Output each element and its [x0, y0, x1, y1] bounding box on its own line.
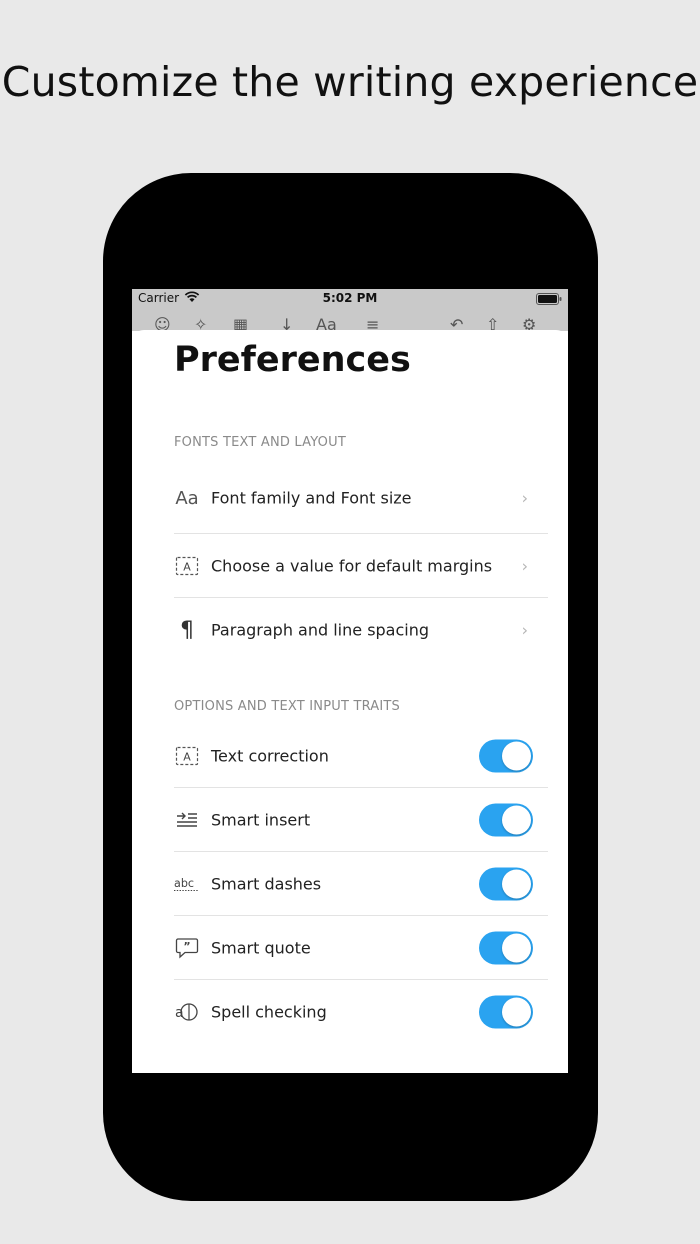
toggle-knob	[502, 869, 531, 898]
smart-quote-toggle[interactable]	[479, 931, 533, 964]
toggle-knob	[502, 997, 531, 1027]
section-header-fonts: FONTS TEXT AND LAYOUT	[174, 435, 346, 450]
row-label: Smart dashes	[211, 874, 322, 893]
smart-insert-icon	[174, 808, 200, 832]
section-header-options: OPTIONS AND TEXT INPUT TRAITS	[174, 699, 401, 714]
spell-checking-toggle[interactable]	[479, 995, 533, 1029]
row-label: Spell checking	[211, 1002, 327, 1022]
headline: Customize the writing experience	[1, 58, 699, 106]
text-correction-icon: A	[174, 744, 200, 768]
svg-text:A: A	[183, 560, 191, 573]
editor-toolbar: ☺ ✧ ▦ ↓ Aa ≡ ↶ ⇧ ⚙	[132, 309, 568, 333]
svg-text:a: a	[175, 1005, 184, 1021]
row-text-correction: A Text correction	[174, 724, 548, 788]
chevron-right-icon: ›	[521, 620, 528, 640]
row-font-family[interactable]: Aa Font family and Font size ›	[174, 463, 548, 534]
toggle-knob	[502, 805, 531, 834]
chevron-right-icon: ›	[521, 556, 528, 575]
row-paragraph-spacing[interactable]: ¶ Paragraph and line spacing ›	[174, 598, 548, 662]
svg-text:”: ”	[183, 940, 190, 953]
toggle-knob	[502, 741, 531, 770]
row-label: Choose a value for default margins	[211, 556, 493, 575]
row-spell-checking: a Spell checking	[174, 980, 548, 1044]
row-label: Paragraph and line spacing	[211, 620, 430, 640]
font-aa-icon: Aa	[175, 487, 199, 509]
page-title: Preferences	[174, 340, 411, 380]
row-label: Smart quote	[211, 938, 311, 957]
smart-dashes-toggle[interactable]	[479, 867, 533, 900]
toggle-knob	[502, 933, 531, 962]
text-correction-toggle[interactable]	[479, 739, 533, 772]
row-label: Font family and Font size	[211, 488, 412, 508]
preferences-sheet: Preferences FONTS TEXT AND LAYOUT Aa Fon…	[132, 330, 568, 1073]
svg-text:A: A	[183, 750, 191, 763]
row-smart-dashes: abc Smart dashes	[174, 852, 548, 916]
svg-text:abc: abc	[174, 876, 194, 889]
phone-screen: Carrier 5:02 PM ☺ ✧ ▦ ↓ Aa ≡ ↶ ⇧ ⚙ Prefe…	[132, 289, 568, 1073]
pilcrow-icon: ¶	[180, 617, 194, 643]
row-smart-quote: ” Smart quote	[174, 916, 548, 980]
margins-icon: A	[174, 554, 200, 578]
row-default-margins[interactable]: A Choose a value for default margins ›	[174, 534, 548, 598]
chevron-right-icon: ›	[521, 488, 528, 508]
row-label: Smart insert	[211, 810, 311, 829]
smart-quote-icon: ”	[174, 936, 200, 960]
row-label: Text correction	[211, 746, 329, 765]
smart-dashes-icon: abc	[174, 872, 200, 896]
spell-check-icon: a	[174, 1000, 200, 1024]
status-bar: Carrier 5:02 PM	[132, 289, 568, 309]
row-smart-insert: Smart insert	[174, 788, 548, 852]
battery-icon	[536, 293, 562, 308]
smart-insert-toggle[interactable]	[479, 803, 533, 836]
clock: 5:02 PM	[322, 291, 378, 305]
